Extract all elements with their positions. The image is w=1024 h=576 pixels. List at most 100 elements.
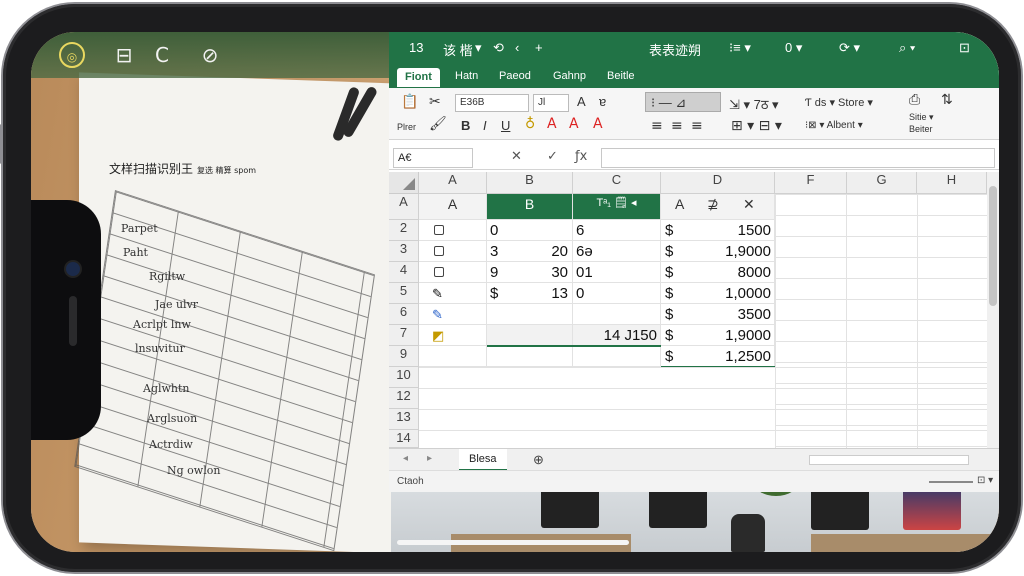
- table-cell[interactable]: 01: [573, 262, 661, 283]
- row-header[interactable]: 6: [389, 304, 419, 325]
- add-sheet-icon[interactable]: ⊕: [533, 452, 544, 468]
- back-icon[interactable]: ‹: [515, 40, 519, 55]
- column-header-d[interactable]: D: [661, 172, 775, 194]
- header-cell-a[interactable]: A: [419, 194, 487, 220]
- column-header-f[interactable]: F: [775, 172, 847, 194]
- cut-icon[interactable]: ✂: [429, 94, 441, 110]
- table-cell[interactable]: 6: [573, 220, 661, 241]
- row-header[interactable]: 12: [389, 388, 419, 409]
- format-button[interactable]: ⁝⊠ ▾ Albent ▾: [805, 120, 863, 131]
- merge-icon[interactable]: ⊞ ▾ ⊟ ▾: [731, 118, 782, 134]
- italic-button[interactable]: I: [483, 118, 487, 133]
- account-icon[interactable]: 0 ▾: [785, 40, 802, 56]
- enter-icon[interactable]: ✓: [547, 149, 558, 164]
- edit-cell[interactable]: ✎: [419, 283, 487, 304]
- table-cell[interactable]: [487, 304, 573, 325]
- view-mode-icon[interactable]: ⊡ ▾: [977, 475, 993, 486]
- align-left-icon[interactable]: ≡: [651, 118, 663, 134]
- checkbox[interactable]: [434, 225, 444, 235]
- edit-icon[interactable]: ✎: [432, 286, 443, 301]
- tab-paged[interactable]: Paeod: [499, 70, 531, 82]
- checkbox[interactable]: [434, 246, 444, 256]
- empty-columns[interactable]: [775, 194, 987, 448]
- menu-icon[interactable]: ⁝≡ ▾: [729, 40, 751, 56]
- insert-icon[interactable]: ⎙: [909, 92, 920, 108]
- filter-label[interactable]: Beiter: [909, 124, 933, 134]
- table-cell[interactable]: [487, 325, 573, 346]
- table-cell[interactable]: $1,9000: [661, 325, 775, 346]
- search-icon[interactable]: ⊘: [197, 42, 223, 68]
- table-cell[interactable]: 6ǝ: [573, 241, 661, 262]
- sheet-tab[interactable]: Blesa: [459, 449, 507, 471]
- font-name-select[interactable]: E36B: [455, 94, 529, 112]
- share-icon[interactable]: ⊡: [959, 40, 970, 56]
- checkbox[interactable]: [434, 267, 444, 277]
- shrink-font-button[interactable]: ɐ: [599, 94, 606, 109]
- tab-home[interactable]: Hatn: [455, 70, 478, 82]
- row-header[interactable]: 3: [389, 241, 419, 262]
- row-header[interactable]: 10: [389, 367, 419, 388]
- table-cell[interactable]: 14 J150: [573, 325, 661, 346]
- rotate-icon[interactable]: C: [149, 42, 175, 68]
- cancel-icon[interactable]: ✕: [511, 149, 522, 164]
- circle-ring-icon[interactable]: ◎: [59, 42, 85, 68]
- note-edit-icon[interactable]: ✎: [432, 307, 443, 322]
- image-cell[interactable]: ◩: [419, 325, 487, 346]
- vertical-scrollbar[interactable]: [987, 172, 999, 448]
- next-sheet-icon[interactable]: ▸: [427, 453, 432, 464]
- header-cell-d[interactable]: A ⊉ ✕: [661, 194, 775, 220]
- row-header[interactable]: 4: [389, 262, 419, 283]
- text-color-icon[interactable]: A: [593, 116, 603, 132]
- edit-cell[interactable]: ✎: [419, 304, 487, 325]
- formula-input[interactable]: [601, 148, 995, 168]
- column-header-b[interactable]: B: [487, 172, 573, 194]
- row-header[interactable]: 9: [389, 346, 419, 367]
- quick-access-dropdown[interactable]: ▾: [475, 40, 482, 56]
- add-icon[interactable]: +: [535, 40, 543, 55]
- autosave-indicator[interactable]: 13: [409, 40, 423, 55]
- checkbox-cell[interactable]: [419, 241, 487, 262]
- tab-graph[interactable]: Gahnp: [553, 70, 586, 82]
- grow-font-button[interactable]: A: [577, 94, 586, 109]
- fill-color-icon[interactable]: ♁: [525, 116, 535, 132]
- alignment-buttons[interactable]: ⁝ — ⊿: [651, 95, 686, 111]
- table-cell[interactable]: 9 30: [487, 262, 573, 283]
- table-cell[interactable]: 0: [487, 220, 573, 241]
- column-header-h[interactable]: H: [917, 172, 987, 194]
- name-box[interactable]: A€: [393, 148, 473, 168]
- underline-button[interactable]: U: [501, 118, 510, 133]
- row-header[interactable]: A: [389, 194, 419, 220]
- paste-label[interactable]: Plrer: [397, 122, 416, 132]
- undo-icon[interactable]: ⟲: [493, 40, 504, 56]
- header-cell-b[interactable]: B: [487, 194, 573, 220]
- row-header[interactable]: 5: [389, 283, 419, 304]
- sort-icon[interactable]: ⇅: [941, 92, 953, 108]
- table-cell[interactable]: $1,2500: [661, 346, 775, 367]
- table-cell[interactable]: [573, 346, 661, 367]
- tab-font[interactable]: Fiont: [397, 68, 440, 87]
- table-cell[interactable]: $1,0000: [661, 283, 775, 304]
- find-icon[interactable]: ⌕ ▾: [899, 40, 915, 56]
- checkbox-cell[interactable]: [419, 262, 487, 283]
- table-cell[interactable]: $13: [487, 283, 573, 304]
- format-painter-icon[interactable]: 🖌: [429, 116, 447, 132]
- table-cell[interactable]: 0: [573, 283, 661, 304]
- row-header[interactable]: 13: [389, 409, 419, 430]
- function-icon[interactable]: ƒx: [575, 149, 587, 164]
- paste-icon[interactable]: 📋: [401, 94, 418, 110]
- table-cell[interactable]: 3 20: [487, 241, 573, 262]
- wrap-text-buttons[interactable]: ⇲ ▾ 7ठ ▾: [729, 95, 779, 113]
- table-cell[interactable]: $1500: [661, 220, 775, 241]
- tab-table[interactable]: Beitle: [607, 70, 635, 82]
- home-indicator[interactable]: [397, 540, 629, 545]
- column-header-a[interactable]: A: [419, 172, 487, 194]
- font-color-icon[interactable]: A: [547, 116, 557, 132]
- zoom-slider[interactable]: [929, 481, 973, 483]
- image-icon[interactable]: ◩: [432, 328, 444, 343]
- bold-button[interactable]: B: [461, 118, 470, 133]
- table-cell[interactable]: $3500: [661, 304, 775, 325]
- header-cell-c[interactable]: Tᵃ₁ 🗒 ◂: [573, 194, 661, 220]
- font-size-select[interactable]: Jl: [533, 94, 569, 112]
- select-all-corner[interactable]: [389, 172, 419, 194]
- table-cell[interactable]: $1,9000: [661, 241, 775, 262]
